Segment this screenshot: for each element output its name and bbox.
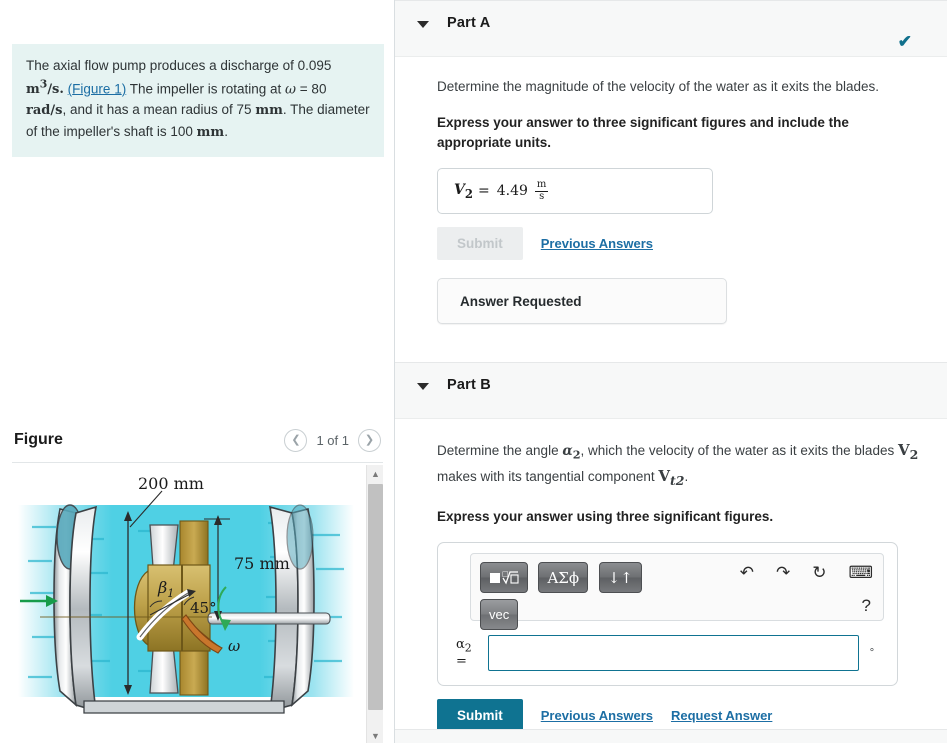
figure-panel-title: Figure [14, 431, 63, 448]
figure-1-link[interactable]: (Figure 1) [68, 81, 127, 96]
part-b-actions: Submit Previous Answers Request Answer [437, 699, 925, 733]
part-b-question-mid2: makes with its tangential component [437, 469, 659, 485]
part-b-question-end: . [684, 469, 689, 485]
part-b-instruction: Express your answer using three signific… [437, 508, 774, 524]
label-45deg: 45° [190, 599, 217, 617]
part-a-answer-value: 4.49 [496, 183, 528, 200]
unit-mm-1: mm [255, 103, 283, 119]
alpha-2-symbol: α2 [562, 443, 581, 463]
part-a-body: Determine the magnitude of the velocity … [395, 77, 947, 325]
problem-period: . [224, 123, 228, 139]
pump-diagram-svg: 200 mm 75 mm β1 45° ω [18, 474, 354, 714]
redo-arrow-icon[interactable]: ↷ [776, 564, 790, 581]
v2-symbol: V2 [897, 441, 919, 463]
page-root: The axial flow pump produces a discharge… [0, 0, 947, 743]
part-b-submit-button[interactable]: Submit [437, 699, 523, 733]
part-a-status-text: Answer Requested [460, 293, 582, 309]
chevron-left-icon[interactable]: ❮ [284, 428, 308, 452]
part-a-answer-box[interactable]: V2 = 4.49 m s [437, 168, 713, 215]
part-a-label: Part A [447, 15, 491, 31]
equals-sign: = [456, 653, 467, 669]
problem-statement: The axial flow pump produces a discharge… [12, 44, 384, 157]
greek-symbols-button[interactable]: ΑΣϕ [538, 562, 589, 594]
arrow-toggle-button[interactable]: ↓↑ [598, 562, 642, 594]
alpha-variable: α2 [456, 636, 472, 655]
figure-counter: 1 of 1 [316, 432, 349, 448]
unit-mm-2: mm [196, 124, 225, 140]
figure-header: Figure ❮ 1 of 1 ❯ [0, 420, 395, 460]
figure-link-label: Figure 1 [72, 81, 122, 97]
part-b-previous-answers-link[interactable]: Previous Answers [541, 708, 653, 723]
triangle-up-icon[interactable]: ▲ [367, 465, 383, 482]
math-toolbar: □ ΑΣϕ ↓↑ vec ↶ ↷ ↻ ⌨ ? [470, 553, 884, 631]
part-a-header[interactable]: Part A ✔ [395, 0, 947, 57]
problem-text-line2b: = 80 [296, 81, 327, 97]
part-a-instruction: Express your answer to three significant… [437, 115, 849, 150]
label-200mm: 200 mm [138, 474, 204, 493]
left-panel: The axial flow pump produces a discharge… [0, 0, 395, 743]
part-a-actions: Submit Previous Answers [437, 227, 925, 261]
label-omega: ω [228, 637, 240, 655]
chevron-right-icon[interactable]: ❯ [358, 428, 381, 452]
scrollbar-thumb[interactable] [368, 484, 383, 710]
unit-m3-per-s: m3/s. [26, 77, 64, 98]
part-b-question: Determine the angle α2, which the veloci… [437, 439, 925, 491]
pump-diagram: 200 mm 75 mm β1 45° ω [12, 465, 360, 743]
part-a-status-box: Answer Requested [437, 278, 727, 325]
answer-variable-label: α2 = [450, 636, 488, 669]
problem-text-line1: The axial flow pump produces a discharge… [26, 58, 332, 73]
check-icon: ✔ [897, 32, 912, 51]
math-entry-widget: □ ΑΣϕ ↓↑ vec ↶ ↷ ↻ ⌨ ? α2 = ° [437, 542, 898, 687]
part-a-question: Determine the magnitude of the velocity … [437, 79, 879, 94]
unit-denominator: s [539, 190, 545, 202]
part-b-question-pre: Determine the angle [437, 443, 563, 459]
omega-symbol: ω [285, 81, 297, 98]
part-a-previous-answers-link[interactable]: Previous Answers [541, 236, 653, 251]
math-toolbar-icons: ↶ ↷ ↻ ⌨ [740, 564, 873, 581]
part-a-submit-button[interactable]: Submit [437, 227, 523, 261]
answer-input[interactable] [488, 635, 859, 672]
vector-button[interactable]: vec [480, 599, 519, 631]
template-root-icon: □ [490, 570, 519, 585]
right-panel: Part A ✔ Determine the magnitude of the … [395, 0, 947, 743]
degree-unit-label: ° [869, 647, 875, 660]
part-b-header[interactable]: Part B [395, 362, 947, 420]
part-b-request-answer-link[interactable]: Request Answer [671, 708, 772, 723]
pipe-right-opening [286, 504, 314, 570]
next-part-header-strip [395, 729, 947, 743]
part-a-answer-unit: m s [534, 180, 549, 202]
chevron-down-icon[interactable] [417, 383, 429, 391]
figure-viewport: 200 mm 75 mm β1 45° ω ▲ ▼ [12, 462, 383, 743]
problem-text-line2: The impeller is rotating at [126, 81, 286, 97]
reset-circle-icon[interactable]: ↻ [812, 564, 826, 581]
pipe-floor [83, 700, 285, 714]
chevron-down-icon[interactable] [417, 21, 429, 28]
help-question-icon[interactable]: ? [862, 596, 871, 616]
label-75mm: 75 mm [234, 554, 290, 573]
part-b-question-mid: , which the velocity of the water as it … [580, 443, 898, 459]
part-a-answer-equals: = [478, 183, 490, 200]
problem-text-line2c: , and it has a mean radius of 75 [62, 102, 256, 118]
answer-input-row: α2 = ° [450, 635, 885, 672]
unit-rad-per-s: rad/s [26, 103, 63, 119]
part-b-label: Part B [447, 377, 491, 394]
figure-scrollbar[interactable]: ▲ ▼ [366, 465, 383, 743]
vt2-symbol: Vt2 [658, 467, 685, 489]
keyboard-icon[interactable]: ⌨ [848, 564, 873, 581]
undo-arrow-icon[interactable]: ↶ [740, 564, 754, 581]
figure-navigation: ❮ 1 of 1 ❯ [284, 428, 381, 452]
part-b-body: Determine the angle α2, which the veloci… [395, 439, 947, 743]
template-root-button[interactable]: □ [480, 562, 528, 594]
triangle-down-icon[interactable]: ▼ [367, 727, 383, 743]
part-a-answer-var: V2 [454, 181, 473, 201]
